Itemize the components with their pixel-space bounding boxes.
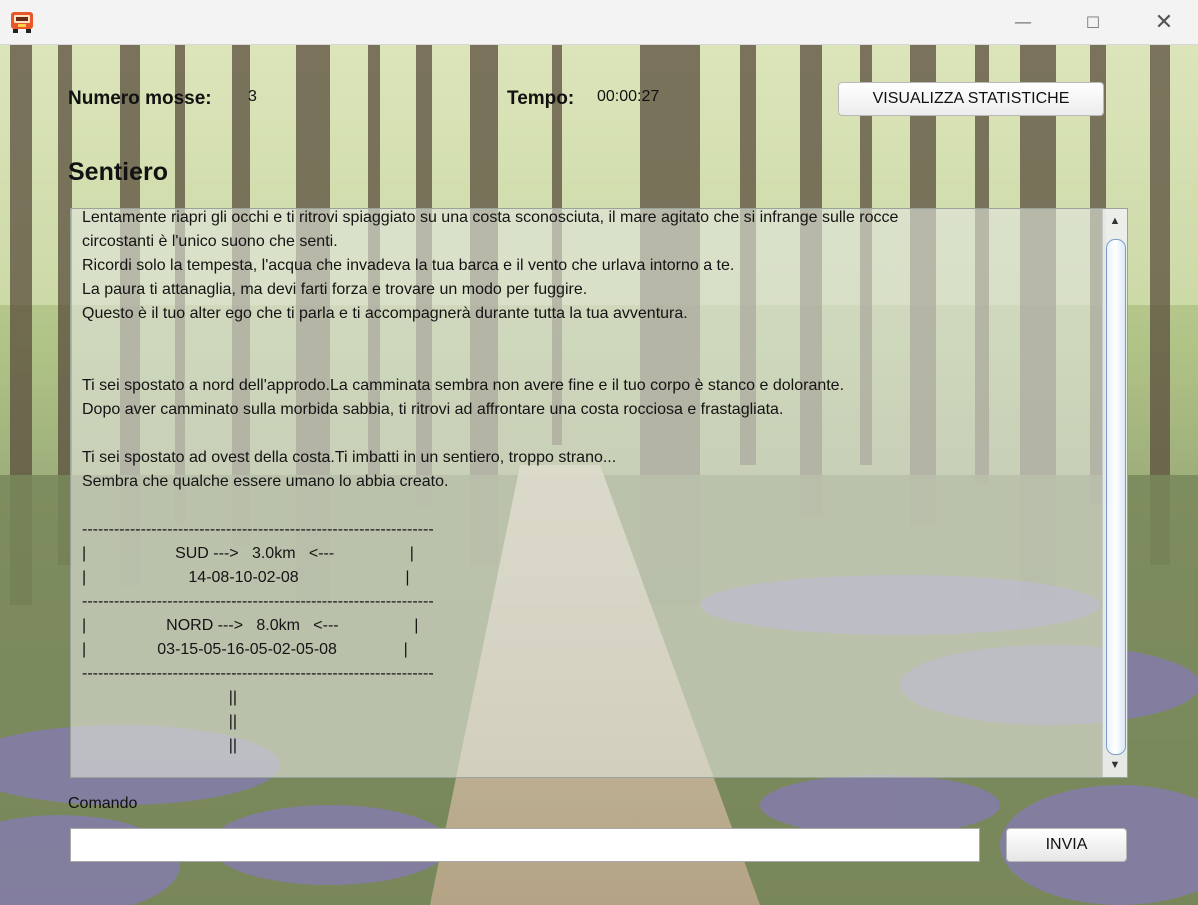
title-bar: — ☐ ✕ <box>0 0 1198 45</box>
room-title: Sentiero <box>68 158 169 186</box>
log-line: || <box>82 689 238 706</box>
log-line: || <box>82 713 238 730</box>
log-line: | NORD ---> 8.0km <--- | <box>82 617 419 634</box>
log-line: circostanti è l'unico suono che senti. <box>82 233 338 250</box>
log-line: Ti sei spostato a nord dell'approdo.La c… <box>82 377 845 394</box>
log-line: Lentamente riapri gli occhi e ti ritrovi… <box>82 209 899 226</box>
vertical-scrollbar[interactable]: ▲ ▼ <box>1102 209 1127 777</box>
minimize-button[interactable]: — <box>1000 0 1046 44</box>
log-line: Questo è il tuo alter ego che ti parla e… <box>82 305 688 322</box>
command-input[interactable] <box>70 828 980 862</box>
log-line: Ti sei spostato ad ovest della costa.Ti … <box>82 449 617 466</box>
log-line: ----------------------------------------… <box>82 593 434 610</box>
maximize-icon: ☐ <box>1085 12 1101 32</box>
scroll-down-button[interactable]: ▼ <box>1103 753 1127 777</box>
game-log-textarea[interactable]: Lentamente riapri gli occhi e ti ritrovi… <box>70 208 1128 778</box>
view-statistics-button[interactable]: VISUALIZZA STATISTICHE <box>838 82 1104 116</box>
time-value: 00:00:27 <box>597 88 660 105</box>
log-line: | 14-08-10-02-08 | <box>82 569 410 586</box>
time-label: Tempo: <box>507 88 575 109</box>
log-line: Dopo aver camminato sulla morbida sabbia… <box>82 401 784 418</box>
log-line: La paura ti attanaglia, ma devi farti fo… <box>82 281 588 298</box>
log-line: || <box>82 737 238 754</box>
maximize-button[interactable]: ☐ <box>1070 0 1116 44</box>
game-app-icon <box>11 12 33 33</box>
log-line: | SUD ---> 3.0km <--- | <box>82 545 414 562</box>
close-icon: ✕ <box>1154 9 1174 35</box>
close-button[interactable]: ✕ <box>1141 0 1187 44</box>
moves-value: 3 <box>248 88 257 105</box>
log-line: | 03-15-05-16-05-02-05-08 | <box>82 641 408 658</box>
log-line: Sembra che qualche essere umano lo abbia… <box>82 473 449 490</box>
moves-label: Numero mosse: <box>68 88 212 109</box>
arrow-up-icon: ▲ <box>1109 215 1121 227</box>
scrollbar-thumb[interactable] <box>1106 239 1126 755</box>
log-line: ----------------------------------------… <box>82 521 434 538</box>
command-label: Comando <box>68 795 138 812</box>
log-line: ----------------------------------------… <box>82 665 434 682</box>
scroll-up-button[interactable]: ▲ <box>1103 209 1127 233</box>
arrow-down-icon: ▼ <box>1109 759 1121 771</box>
game-log-text: Lentamente riapri gli occhi e ti ritrovi… <box>71 209 899 758</box>
minimize-icon: — <box>1014 11 1032 33</box>
send-button[interactable]: INVIA <box>1006 828 1127 862</box>
log-line: Ricordi solo la tempesta, l'acqua che in… <box>82 257 735 274</box>
